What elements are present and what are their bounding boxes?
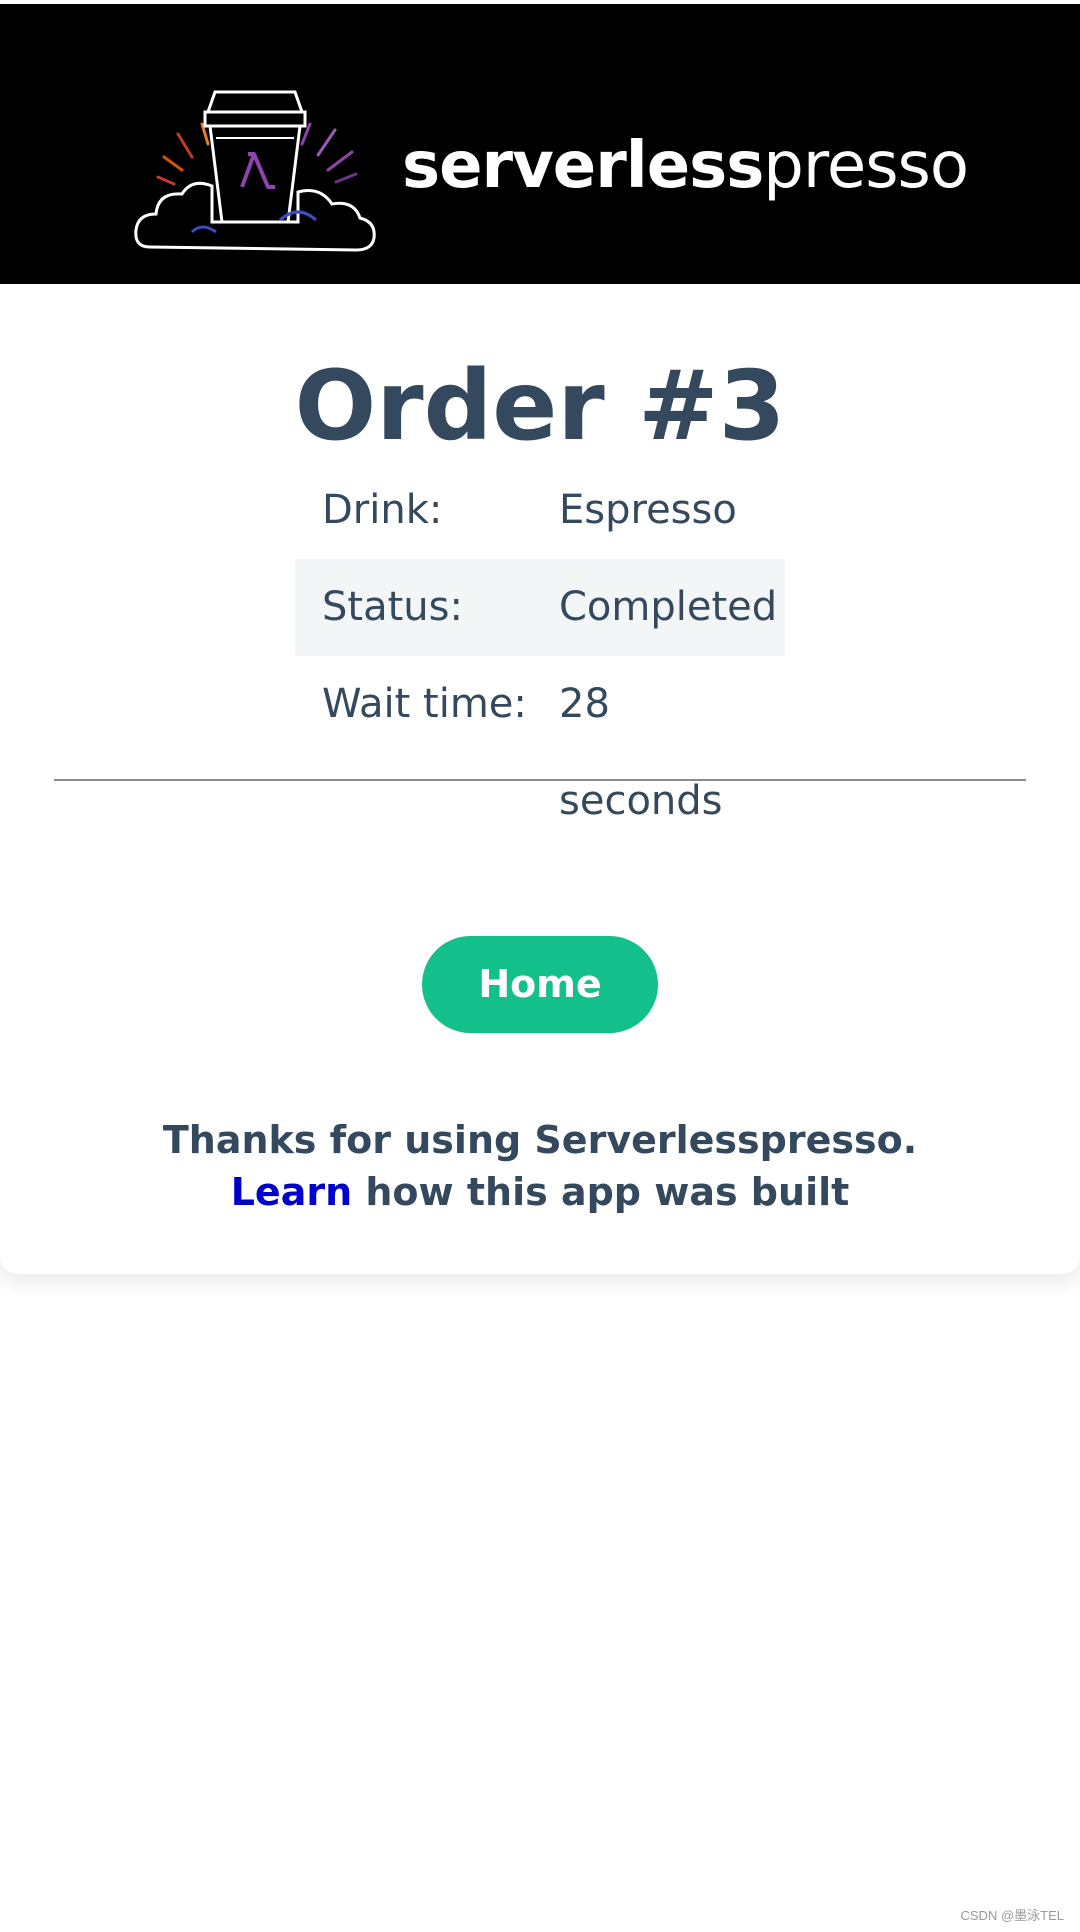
detail-value: Espresso	[559, 487, 737, 533]
coffee-cup-cloud-lambda-icon	[134, 90, 376, 252]
order-card: Order #3 Drink: Espresso Status: Complet…	[0, 284, 1080, 1274]
page-title: Order #3	[294, 350, 786, 462]
detail-row-drink: Drink: Espresso	[295, 462, 785, 559]
detail-value: Completed	[559, 584, 778, 630]
header-banner: serverlesspresso	[0, 4, 1080, 284]
page: serverlesspresso Order #3 Drink: Espress…	[0, 0, 1080, 1932]
detail-row-wait-time: Wait time: 28 seconds	[295, 656, 785, 824]
detail-row-status: Status: Completed	[295, 559, 785, 656]
detail-label: Drink:	[322, 487, 443, 533]
learn-link[interactable]: Learn	[231, 1170, 352, 1214]
learn-line: Learn how this app was built	[0, 1166, 1080, 1218]
home-button[interactable]: Home	[422, 936, 658, 1033]
brand-bold-text: serverless	[402, 129, 764, 203]
divider	[54, 779, 1026, 781]
brand-wordmark: serverlesspresso	[402, 122, 969, 210]
watermark: CSDN @墨泳TEL	[960, 1908, 1065, 1923]
detail-value: 28 seconds	[559, 681, 723, 824]
brand-light-text: presso	[763, 129, 969, 203]
thanks-message: Thanks for using Serverlesspresso. Learn…	[0, 1114, 1080, 1218]
order-details-table: Drink: Espresso Status: Completed Wait t…	[295, 462, 785, 824]
thanks-line: Thanks for using Serverlesspresso.	[162, 1118, 918, 1162]
detail-label: Wait time:	[322, 681, 527, 727]
detail-label: Status:	[322, 584, 463, 630]
learn-rest-text: how this app was built	[352, 1170, 850, 1214]
